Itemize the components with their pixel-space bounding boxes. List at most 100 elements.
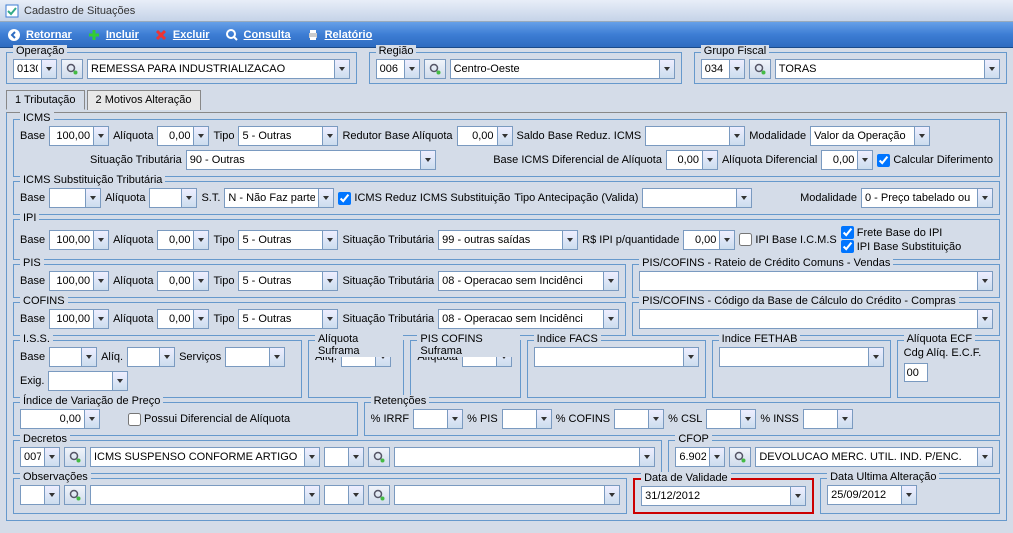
chevron-down-icon[interactable] [736, 189, 751, 207]
facs-val[interactable] [534, 347, 699, 367]
cofins-tipo[interactable] [238, 309, 338, 329]
ret-cofins[interactable] [614, 409, 664, 429]
icms-modal[interactable] [810, 126, 930, 146]
icms-aliqdif[interactable] [821, 150, 873, 170]
st-st[interactable] [224, 188, 334, 208]
chevron-down-icon[interactable] [702, 151, 717, 169]
ret-inss[interactable] [803, 409, 853, 429]
icms-calcdif-check[interactable]: Calcular Diferimento [877, 154, 993, 167]
chevron-down-icon[interactable] [740, 410, 755, 428]
st-antec[interactable] [642, 188, 752, 208]
chevron-down-icon[interactable] [93, 127, 108, 145]
ecf-val[interactable] [904, 363, 928, 382]
grupo-code[interactable] [701, 59, 745, 79]
chevron-down-icon[interactable] [93, 231, 108, 249]
iss-serv[interactable] [225, 347, 285, 367]
ipi-qty[interactable] [683, 230, 735, 250]
st-base[interactable] [49, 188, 101, 208]
chevron-down-icon[interactable] [639, 448, 654, 466]
chevron-down-icon[interactable] [404, 60, 419, 78]
tab-tributacao[interactable]: 1 Tributação [6, 90, 85, 110]
chevron-down-icon[interactable] [93, 310, 108, 328]
decreto2-search[interactable] [368, 447, 390, 467]
chevron-down-icon[interactable] [984, 60, 999, 78]
cfop-code[interactable] [675, 447, 725, 467]
chevron-down-icon[interactable] [719, 231, 734, 249]
grupo-search[interactable] [749, 59, 771, 79]
grupo-desc[interactable] [775, 59, 1000, 79]
chevron-down-icon[interactable] [269, 348, 284, 366]
chevron-down-icon[interactable] [603, 310, 618, 328]
chevron-down-icon[interactable] [44, 448, 59, 466]
chevron-down-icon[interactable] [334, 60, 349, 78]
chevron-down-icon[interactable] [420, 151, 435, 169]
icms-base[interactable] [49, 126, 109, 146]
operacao-code[interactable] [13, 59, 57, 79]
st-reduz-check[interactable]: ICMS Reduz ICMS Substituição [338, 192, 510, 205]
chevron-down-icon[interactable] [348, 448, 363, 466]
icms-sit[interactable] [186, 150, 436, 170]
decreto2-code[interactable] [324, 447, 364, 467]
chevron-down-icon[interactable] [159, 348, 174, 366]
chevron-down-icon[interactable] [562, 231, 577, 249]
decreto-desc[interactable] [90, 447, 320, 467]
add-button[interactable]: Incluir [86, 27, 139, 43]
icms-redutor[interactable] [457, 126, 513, 146]
report-button[interactable]: Relatório [305, 27, 373, 43]
ipi-tipo[interactable] [238, 230, 338, 250]
chevron-down-icon[interactable] [85, 189, 100, 207]
cfop-search[interactable] [729, 447, 751, 467]
obs-code[interactable] [20, 485, 60, 505]
chevron-down-icon[interactable] [683, 348, 698, 366]
operacao-desc[interactable] [87, 59, 350, 79]
chevron-down-icon[interactable] [914, 127, 929, 145]
chevron-down-icon[interactable] [729, 60, 744, 78]
pis-base[interactable] [49, 271, 109, 291]
regiao-code[interactable] [376, 59, 420, 79]
chevron-down-icon[interactable] [536, 410, 551, 428]
cfop-desc[interactable] [755, 447, 993, 467]
iss-base[interactable] [49, 347, 97, 367]
ret-pis[interactable] [502, 409, 552, 429]
validade-date[interactable] [641, 486, 806, 506]
tab-motivos[interactable]: 2 Motivos Alteração [87, 90, 201, 110]
chevron-down-icon[interactable] [659, 60, 674, 78]
chevron-down-icon[interactable] [322, 272, 337, 290]
pc-compras-combo[interactable] [639, 309, 993, 329]
chevron-down-icon[interactable] [304, 486, 319, 504]
iss-exig[interactable] [48, 371, 128, 391]
chevron-down-icon[interactable] [604, 486, 619, 504]
ipi-sit[interactable] [438, 230, 578, 250]
chevron-down-icon[interactable] [318, 189, 333, 207]
chevron-down-icon[interactable] [901, 486, 916, 504]
chevron-down-icon[interactable] [112, 372, 127, 390]
ipi-subst-check[interactable]: IPI Base Substituição [841, 240, 962, 253]
chevron-down-icon[interactable] [181, 189, 196, 207]
icms-basedif[interactable] [666, 150, 718, 170]
st-modal[interactable] [861, 188, 993, 208]
obs-search[interactable] [64, 485, 86, 505]
pis-aliq[interactable] [157, 271, 209, 291]
chevron-down-icon[interactable] [648, 410, 663, 428]
chevron-down-icon[interactable] [41, 60, 56, 78]
chevron-down-icon[interactable] [193, 231, 208, 249]
ipi-base-icms-check[interactable]: IPI Base I.C.M.S [739, 233, 836, 246]
chevron-down-icon[interactable] [603, 272, 618, 290]
chevron-down-icon[interactable] [868, 348, 883, 366]
chevron-down-icon[interactable] [322, 127, 337, 145]
chevron-down-icon[interactable] [304, 448, 319, 466]
possui-dif-check[interactable]: Possui Diferencial de Alíquota [128, 413, 290, 426]
chevron-down-icon[interactable] [84, 410, 99, 428]
icms-tipo[interactable] [238, 126, 338, 146]
cofins-aliq[interactable] [157, 309, 209, 329]
obs2-desc[interactable] [394, 485, 620, 505]
st-aliq[interactable] [149, 188, 197, 208]
chevron-down-icon[interactable] [322, 231, 337, 249]
chevron-down-icon[interactable] [447, 410, 462, 428]
cofins-base[interactable] [49, 309, 109, 329]
regiao-search[interactable] [424, 59, 446, 79]
ipi-aliq[interactable] [157, 230, 209, 250]
decreto-code[interactable] [20, 447, 60, 467]
cofins-sit[interactable] [438, 309, 619, 329]
obs-desc[interactable] [90, 485, 320, 505]
